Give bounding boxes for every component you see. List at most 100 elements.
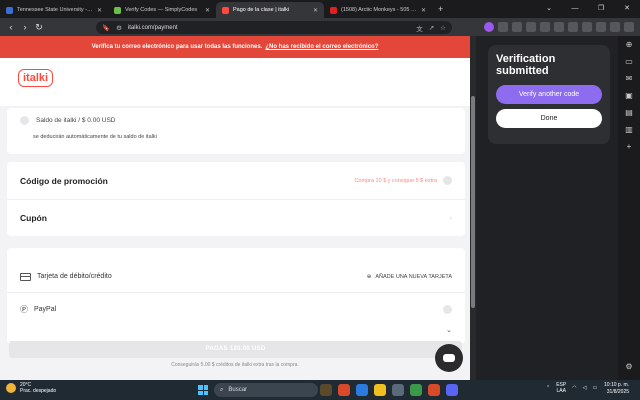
- paypal-icon: Ⓟ: [20, 304, 28, 314]
- app-icon[interactable]: [410, 384, 422, 396]
- info-icon: [443, 176, 452, 185]
- back-icon[interactable]: ‹: [4, 22, 18, 32]
- pay-button[interactable]: PAGAS 120.00 USD: [9, 341, 462, 358]
- verify-another-button[interactable]: Verify another code: [496, 85, 602, 104]
- translate-icon[interactable]: 文: [416, 23, 423, 33]
- dropdown-icon[interactable]: ⌄: [536, 0, 562, 18]
- tab-strip: Tennessee State University - Official ✕ …: [0, 0, 640, 18]
- browser-toolbar: ‹ › ↻ 🔖 ⚙ italki.com/payment 文 ↗ ☆: [0, 18, 640, 36]
- add-icon[interactable]: +: [624, 142, 634, 152]
- promo-title: Código de promoción: [20, 175, 108, 186]
- tab-title: (1508) Arctic Monkeys - 505 // S: [341, 7, 417, 13]
- credit-note: Conseguirás 5.00 $ créditos de italki ex…: [171, 362, 299, 368]
- star-icon[interactable]: ☆: [440, 24, 446, 32]
- app-icon[interactable]: [392, 384, 404, 396]
- coupon-row[interactable]: Cupón ›: [7, 199, 465, 236]
- app-icon[interactable]: [356, 384, 368, 396]
- tab-italki-payment[interactable]: Pago de la clase | italki ✕: [216, 2, 324, 18]
- volume-icon[interactable]: ◁: [583, 385, 587, 391]
- chevron-up-icon[interactable]: ⌃: [546, 385, 550, 391]
- extension-icon[interactable]: [526, 22, 536, 32]
- tab-title: Pago de la clase | italki: [233, 7, 290, 13]
- weather-widget[interactable]: 20°C Prac. despejado: [6, 382, 56, 394]
- minimize-icon[interactable]: —: [562, 0, 588, 18]
- app-icon[interactable]: [446, 384, 458, 396]
- extension-icon[interactable]: [568, 22, 578, 32]
- close-icon[interactable]: ✕: [313, 7, 318, 14]
- taskbar-search[interactable]: ⌕ Buscar: [214, 383, 318, 397]
- close-icon[interactable]: ✕: [97, 7, 102, 14]
- card-label: Tarjeta de débito/crédito: [37, 273, 112, 280]
- tab-tennessee[interactable]: Tennessee State University - Official ✕: [0, 2, 108, 18]
- close-window-icon[interactable]: ✕: [614, 0, 640, 18]
- chat-button[interactable]: [435, 344, 463, 372]
- add-card-button[interactable]: ⊕ AÑADE UNA NUEVA TARJETA: [367, 274, 452, 280]
- address-bar[interactable]: 🔖 ⚙ italki.com/payment 文 ↗ ☆: [96, 21, 452, 34]
- reload-icon[interactable]: ↻: [32, 22, 46, 33]
- extension-icon[interactable]: [582, 22, 592, 32]
- bookmarks-icon[interactable]: ▥: [624, 125, 634, 135]
- tab-simplycodes[interactable]: Verify Codes — SimplyCodes ✕: [108, 2, 216, 18]
- site-info-icon[interactable]: ⚙: [116, 24, 122, 32]
- app-icon[interactable]: [374, 384, 386, 396]
- forward-icon[interactable]: ›: [18, 22, 32, 32]
- italki-logo[interactable]: italki: [18, 69, 54, 87]
- windows-start-icon[interactable]: [198, 385, 208, 395]
- language-indicator[interactable]: ESP LAA: [556, 382, 566, 394]
- chat-icon: [443, 354, 455, 362]
- add-card-label: AÑADE UNA NUEVA TARJETA: [375, 273, 452, 280]
- battery-icon[interactable]: ▭: [592, 385, 597, 391]
- bookmark-icon[interactable]: 🔖: [102, 24, 110, 32]
- extension-icon[interactable]: [512, 22, 522, 32]
- maximize-icon[interactable]: ❐: [588, 0, 614, 18]
- message-icon[interactable]: ✉: [624, 74, 634, 84]
- done-button[interactable]: Done: [496, 109, 602, 128]
- resend-email-link[interactable]: ¿No has recibido el correo electrónico?: [265, 44, 378, 50]
- extension-icon[interactable]: [540, 22, 550, 32]
- tab-title: Tennessee State University - Official: [17, 7, 93, 13]
- share-icon[interactable]: ↗: [429, 24, 434, 32]
- profile-icon[interactable]: [484, 22, 494, 32]
- chevron-down-icon[interactable]: ⌄: [446, 326, 452, 334]
- verification-popup: Verification submitted Verify another co…: [488, 45, 610, 144]
- credit-card-icon: [20, 272, 31, 281]
- extension-icon[interactable]: [610, 22, 620, 32]
- date: 31/8/2025: [606, 389, 630, 395]
- extension-icon[interactable]: [554, 22, 564, 32]
- card-method-row[interactable]: Tarjeta de débito/crédito ⊕ AÑADE UNA NU…: [7, 261, 465, 293]
- app-icon[interactable]: [320, 384, 332, 396]
- close-icon[interactable]: ✕: [205, 7, 210, 14]
- header: italki: [0, 58, 470, 106]
- scrollbar-thumb[interactable]: [471, 96, 475, 308]
- extension-icon[interactable]: [596, 22, 606, 32]
- tab-favicon: [330, 6, 337, 14]
- tab-title: Verify Codes — SimplyCodes: [125, 7, 198, 13]
- app-icon[interactable]: [428, 384, 440, 396]
- promo-code-row[interactable]: Código de promoción Compra 10 $ y consig…: [7, 162, 465, 199]
- paypal-radio[interactable]: [443, 304, 452, 314]
- promo-card: Código de promoción Compra 10 $ y consig…: [7, 162, 465, 236]
- extension-icon[interactable]: [498, 22, 508, 32]
- paypal-row[interactable]: Ⓟ PayPal: [7, 293, 465, 325]
- new-tab-button[interactable]: +: [432, 4, 449, 14]
- search-icon[interactable]: ⊕: [624, 40, 634, 50]
- wifi-icon[interactable]: ◠: [572, 385, 576, 391]
- pinned-apps: [320, 384, 458, 396]
- close-icon[interactable]: ✕: [421, 7, 426, 14]
- balance-card: Saldo de italki / $ 0.00 USD se deducirá…: [7, 108, 465, 154]
- gear-icon[interactable]: ⚙: [624, 362, 634, 372]
- balance-radio[interactable]: [20, 116, 29, 125]
- promo-offer[interactable]: Compra 10 $ y consigue 5 $ extra: [354, 176, 452, 185]
- popup-title: Verification submitted: [496, 53, 556, 77]
- read-later-icon[interactable]: ▭: [624, 57, 634, 67]
- app-icon[interactable]: [338, 384, 350, 396]
- window-controls: ⌄ — ❐ ✕: [536, 0, 640, 18]
- extension-icon[interactable]: [624, 22, 634, 32]
- history-icon[interactable]: ▤: [624, 108, 634, 118]
- system-tray: ⌃ ESP LAA ◠ ◁ ▭: [546, 382, 597, 394]
- clock[interactable]: 10:10 p. m. 31/8/2025: [604, 382, 629, 396]
- download-icon[interactable]: ▣: [624, 91, 634, 101]
- layout-code: LAA: [556, 388, 566, 394]
- plus-circle-icon: ⊕: [366, 273, 372, 280]
- tab-youtube[interactable]: (1508) Arctic Monkeys - 505 // S ✕: [324, 2, 432, 18]
